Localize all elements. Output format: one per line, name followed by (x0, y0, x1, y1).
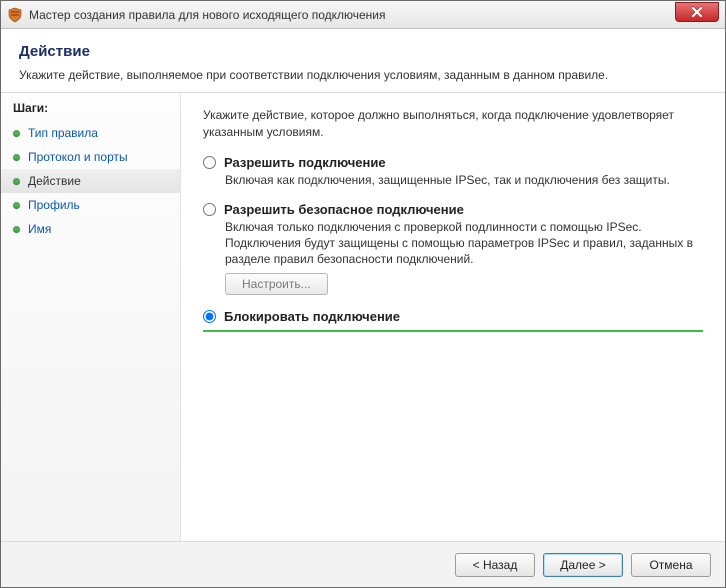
wizard-window: Мастер создания правила для нового исход… (0, 0, 726, 588)
option-desc: Включая только подключения с проверкой п… (225, 219, 703, 268)
instruction-text: Укажите действие, которое должно выполня… (203, 107, 703, 141)
bullet-icon (13, 178, 20, 185)
steps-label: Шаги: (1, 101, 180, 121)
step-rule-type[interactable]: Тип правила (1, 121, 180, 145)
bullet-icon (13, 202, 20, 209)
firewall-icon (7, 7, 23, 23)
step-protocol-ports[interactable]: Протокол и порты (1, 145, 180, 169)
bullet-icon (13, 130, 20, 137)
page-header: Действие Укажите действие, выполняемое п… (1, 29, 725, 93)
option-allow-secure: Разрешить безопасное подключение Включая… (203, 202, 703, 296)
option-title: Разрешить подключение (224, 155, 386, 170)
configure-button: Настроить... (225, 273, 328, 295)
page-title: Действие (19, 43, 707, 60)
option-allow-secure-radio-line[interactable]: Разрешить безопасное подключение (203, 202, 703, 217)
footer: < Назад Далее > Отмена (1, 541, 725, 587)
close-button[interactable] (675, 2, 719, 22)
option-block: Блокировать подключение (203, 309, 703, 332)
option-allow-radio-line[interactable]: Разрешить подключение (203, 155, 703, 170)
steps-sidebar: Шаги: Тип правила Протокол и порты Дейст… (1, 93, 181, 586)
option-title: Разрешить безопасное подключение (224, 202, 464, 217)
option-block-radio-line[interactable]: Блокировать подключение (203, 309, 703, 324)
option-desc: Включая как подключения, защищенные IPSe… (225, 172, 703, 188)
radio-block[interactable] (203, 310, 216, 323)
next-button[interactable]: Далее > (543, 553, 623, 577)
step-label: Имя (28, 222, 51, 236)
step-label: Протокол и порты (28, 150, 128, 164)
body: Шаги: Тип правила Протокол и порты Дейст… (1, 93, 725, 586)
window-title: Мастер создания правила для нового исход… (29, 8, 386, 22)
page-subtitle: Укажите действие, выполняемое при соотве… (19, 68, 707, 82)
bullet-icon (13, 226, 20, 233)
radio-allow-secure[interactable] (203, 203, 216, 216)
step-action[interactable]: Действие (1, 169, 180, 193)
option-allow: Разрешить подключение Включая как подклю… (203, 155, 703, 188)
titlebar: Мастер создания правила для нового исход… (1, 1, 725, 29)
main-panel: Укажите действие, которое должно выполня… (181, 93, 725, 586)
step-label: Действие (28, 174, 81, 188)
cancel-button[interactable]: Отмена (631, 553, 711, 577)
step-profile[interactable]: Профиль (1, 193, 180, 217)
radio-allow[interactable] (203, 156, 216, 169)
back-button[interactable]: < Назад (455, 553, 535, 577)
option-title: Блокировать подключение (224, 309, 400, 324)
step-label: Тип правила (28, 126, 98, 140)
bullet-icon (13, 154, 20, 161)
step-name[interactable]: Имя (1, 217, 180, 241)
step-label: Профиль (28, 198, 80, 212)
